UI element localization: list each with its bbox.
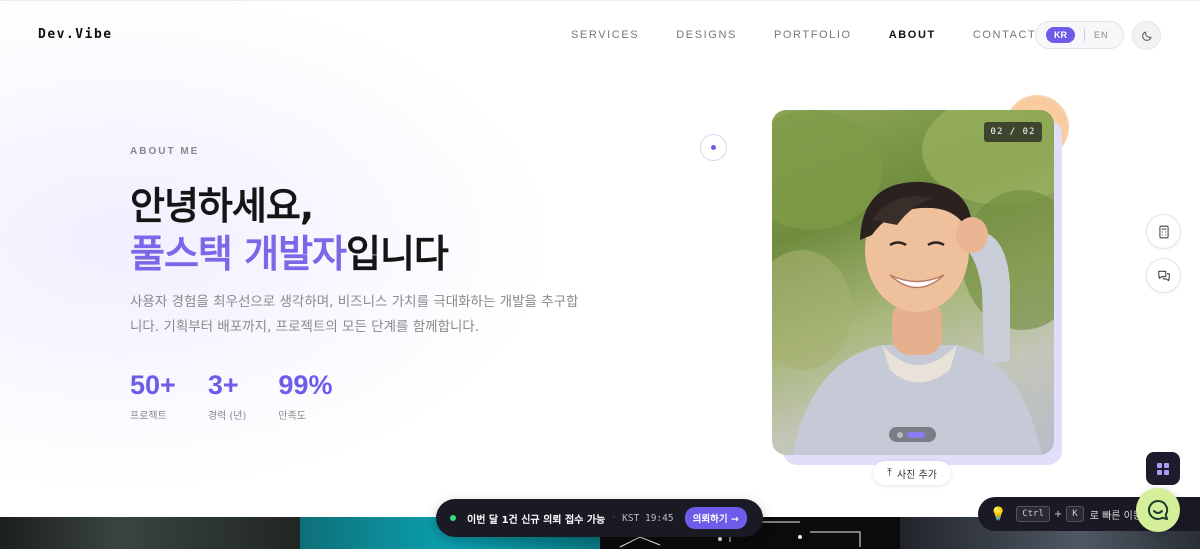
nav-designs[interactable]: DESIGNS [676,29,737,41]
calculator-button[interactable] [1146,214,1181,249]
hero-title-accent: 풀스택 개발자 [130,232,347,276]
stat-projects: 50+ 프로젝트 [130,370,176,422]
notice-time: KST 19:45 [622,512,674,524]
stat-value: 3+ [207,370,239,400]
section-eyebrow: ABOUT ME [130,146,200,157]
stats-row: 50+ 프로젝트 3+ 경력 (년) 99% 만족도 [130,370,364,422]
hero-description: 사용자 경험을 최우선으로 생각하며, 비즈니스 가치를 극대화하는 개발을 추… [130,294,579,335]
pager-dot-active[interactable] [907,431,925,438]
lang-kr-button[interactable]: KR [1046,27,1075,43]
language-toggle: KR EN [1035,21,1124,49]
hero-title-line1: 안녕하세요, [130,184,314,228]
site-logo[interactable]: Dev.Vibe [38,27,113,42]
profile-photo[interactable] [772,110,1054,455]
main-nav: SERVICES DESIGNS PORTFOLIO ABOUT CONTACT [571,29,1073,41]
apps-grid-button[interactable] [1146,452,1180,485]
portrait-illustration [772,110,1054,455]
add-photo-label: 사진 추가 [896,469,937,481]
lightbulb-icon: 💡 [990,506,1007,522]
nav-contact[interactable]: CONTACT [973,29,1037,41]
lang-divider [1084,29,1085,41]
hero-title-rest: 입니다 [346,232,449,276]
kbd-k: K [1066,506,1084,522]
site-header: Dev.Vibe SERVICES DESIGNS PORTFOLIO ABOU… [0,0,1200,68]
moon-icon [1141,31,1151,41]
nav-services[interactable]: SERVICES [571,29,639,41]
kbd-ctrl: Ctrl [1016,506,1050,522]
photo-counter: 02 / 02 [984,122,1042,142]
notice-separator: · [612,513,616,523]
portfolio-thumb-1[interactable] [0,517,300,549]
request-button[interactable]: 의뢰하기 → [684,507,747,529]
add-photo-button[interactable]: ⤒ 사진 추가 [873,461,951,485]
notice-text: 이번 달 1건 신규 의뢰 접수 가능 [467,514,606,526]
stat-satisfaction: 99% 만족도 [278,370,332,422]
stat-label: 프로젝트 [130,411,167,422]
kbd-plus: + [1053,508,1063,520]
decorative-dot-circle [700,134,727,161]
messages-button[interactable] [1146,258,1181,293]
grid-icon [1157,462,1169,475]
stat-value: 99% [278,370,333,400]
shortcut-hint-text: 로 빠른 이동 [1089,510,1143,522]
upload-icon: ⤒ [887,466,892,479]
stat-experience: 3+ 경력 (년) [208,370,247,422]
nav-about[interactable]: ABOUT [889,29,936,41]
online-status-dot [450,515,456,521]
chat-bubbles-icon [1157,270,1170,281]
photo-pager[interactable] [889,427,936,442]
theme-toggle-button[interactable] [1132,21,1161,50]
lang-en-button[interactable]: EN [1094,30,1109,40]
chat-smile-icon [1148,499,1169,520]
stat-label: 경력 (년) [207,411,247,422]
nav-portfolio[interactable]: PORTFOLIO [774,29,852,41]
stat-label: 만족도 [278,411,307,422]
chat-fab-button[interactable] [1136,488,1180,532]
stat-value: 50+ [130,370,176,400]
pager-dot[interactable] [897,431,903,438]
dot-icon [711,145,716,150]
hero-title-line2: 풀스택 개발자입니다 [130,223,449,278]
calculator-icon [1158,225,1169,238]
availability-notice: 이번 달 1건 신규 의뢰 접수 가능 · KST 19:45 의뢰하기 → [436,499,763,537]
